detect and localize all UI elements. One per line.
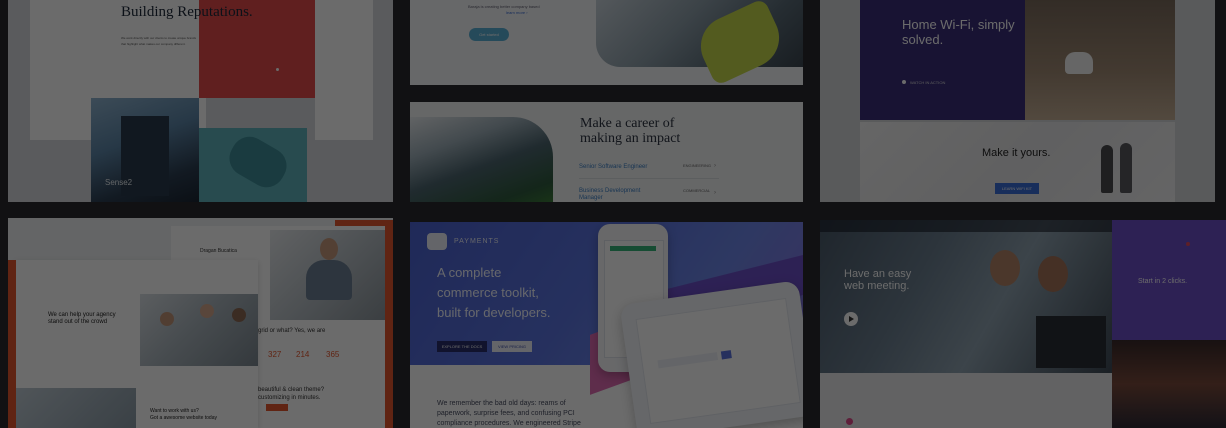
grid-question: grid or what? Yes, we are [258, 328, 326, 334]
payments-body-1: We remember the bad old days: reams of [437, 400, 566, 407]
profile-photo [270, 230, 385, 320]
pepper-mill [1101, 145, 1113, 193]
agency-heading-2: stand out of the crowd [48, 319, 108, 325]
person-b [200, 304, 214, 318]
wifi-room-photo [1025, 0, 1175, 120]
red-small-button[interactable] [266, 404, 288, 411]
pink-marker-icon [846, 418, 853, 425]
job-title-2a[interactable]: Business Development [579, 188, 640, 194]
payments-title-2: commerce toolkit, [437, 285, 539, 300]
team-photo [140, 294, 258, 366]
job-title-2b[interactable]: Manager [579, 195, 603, 201]
beautiful-text-2: customizing in minutes. [258, 395, 321, 401]
button-label: LEARN WIFI KIT [1001, 186, 1033, 191]
tile-home-wifi[interactable]: Home Wi-Fi, simply solved. WATCH IN ACTI… [820, 0, 1215, 202]
chevron-right-icon[interactable]: › [714, 190, 716, 196]
person-c [232, 308, 246, 322]
phone-bar [610, 246, 656, 251]
chevron-right-icon[interactable]: › [714, 163, 716, 169]
get-started-button[interactable]: Get started [469, 28, 509, 41]
payments-title-3: built for developers. [437, 305, 551, 320]
button-label: Get started [479, 32, 499, 37]
description: Baraja is creating better company based [468, 4, 540, 9]
tablet-field-active [720, 350, 732, 360]
card-white-right [315, 0, 373, 140]
body-text-2: that highlight what makes our company di… [121, 42, 186, 46]
person-a [160, 312, 174, 326]
explore-docs-button[interactable]: EXPLORE THE DOCS [437, 341, 487, 352]
nav-bar [820, 220, 1112, 232]
red-strip [8, 260, 16, 428]
button-label: VIEW PRICING [497, 344, 526, 349]
server-photo [1112, 340, 1226, 428]
want-work-1: Want to work with us? [150, 408, 199, 414]
meeting-title-1: Have an easy [844, 268, 912, 280]
watch-cta[interactable]: WATCH IN ACTION [910, 80, 945, 85]
person-head [320, 238, 338, 260]
tile-agency[interactable]: Dragan Bucatica grid or what? Yes, we ar… [8, 218, 393, 428]
payments-logo-icon [427, 233, 447, 250]
person-man-head [1038, 256, 1068, 292]
office-floor-photo [410, 117, 553, 202]
beautiful-text-1: beautiful & clean theme? [258, 387, 325, 393]
wifi-title-1: Home Wi-Fi, simply [902, 17, 1015, 32]
agency-heading-1: We can help your agency [48, 312, 116, 318]
building-photo: Sense2 [91, 98, 199, 202]
job-dept-1: ENGINEERING [683, 163, 712, 168]
tile-building-reputations[interactable]: Building Reputations. We work directly w… [8, 0, 393, 202]
heading: Building Reputations. [121, 4, 253, 20]
play-button-icon[interactable] [844, 312, 858, 326]
meeting-title-2: web meeting. [844, 280, 910, 292]
make-it-yours: Make it yours. [982, 147, 1051, 159]
teal-shape [222, 130, 294, 194]
photo-caption: Sense2 [105, 178, 133, 187]
payments-body-3: compliance procedures. We engineered Str… [437, 420, 581, 427]
brand-label: PAYMENTS [454, 238, 500, 245]
view-pricing-button[interactable]: VIEW PRICING [492, 341, 532, 352]
wifi-device [1065, 52, 1093, 74]
want-work-2: Got a awesome website today [150, 415, 217, 421]
job-divider [579, 178, 719, 179]
button-label: EXPLORE THE DOCS [441, 344, 483, 349]
body-text-1: We work directly with our clients to cre… [121, 36, 196, 40]
person-woman-head [990, 250, 1020, 286]
side-panel-text: Start in 2 clicks. [1138, 278, 1188, 285]
play-icon[interactable] [902, 80, 906, 84]
play-triangle-icon [849, 316, 854, 322]
salt-mill [1120, 143, 1132, 193]
learn-more-link[interactable]: learn more › [506, 10, 528, 15]
careers-heading-2: making an impact [580, 131, 681, 146]
payments-body-2: paperwork, surprise fees, and confusing … [437, 410, 575, 417]
tablet-mockup [619, 280, 803, 428]
profile-name: Dragan Bucatica [200, 248, 237, 254]
laptop [1036, 316, 1106, 368]
stat-1: 327 [268, 350, 282, 359]
side-dot-icon [1186, 242, 1190, 246]
stat-2: 214 [296, 350, 310, 359]
learn-button[interactable]: LEARN WIFI KIT [995, 183, 1039, 194]
careers-heading-1: Make a career of [580, 116, 675, 131]
job-dept-2: COMMERCIAL [683, 188, 711, 193]
tile-office-space[interactable]: Baraja is creating better company based … [410, 0, 803, 85]
teal-photo [199, 128, 307, 202]
city-photo [16, 388, 136, 428]
dot-icon [276, 68, 279, 71]
job-title-1[interactable]: Senior Software Engineer [579, 164, 647, 170]
tile-careers[interactable]: Make a career of making an impact Senior… [410, 102, 803, 202]
wifi-title-2: solved. [902, 32, 944, 47]
person-body [306, 260, 352, 300]
tile-web-meeting[interactable]: Have an easy web meeting. Start in 2 cli… [820, 220, 1226, 428]
meeting-hero [820, 220, 1112, 373]
payments-title-1: A complete [437, 265, 502, 280]
tile-payments[interactable]: PAYMENTS A complete commerce toolkit, bu… [410, 222, 803, 428]
stat-3: 365 [326, 350, 340, 359]
